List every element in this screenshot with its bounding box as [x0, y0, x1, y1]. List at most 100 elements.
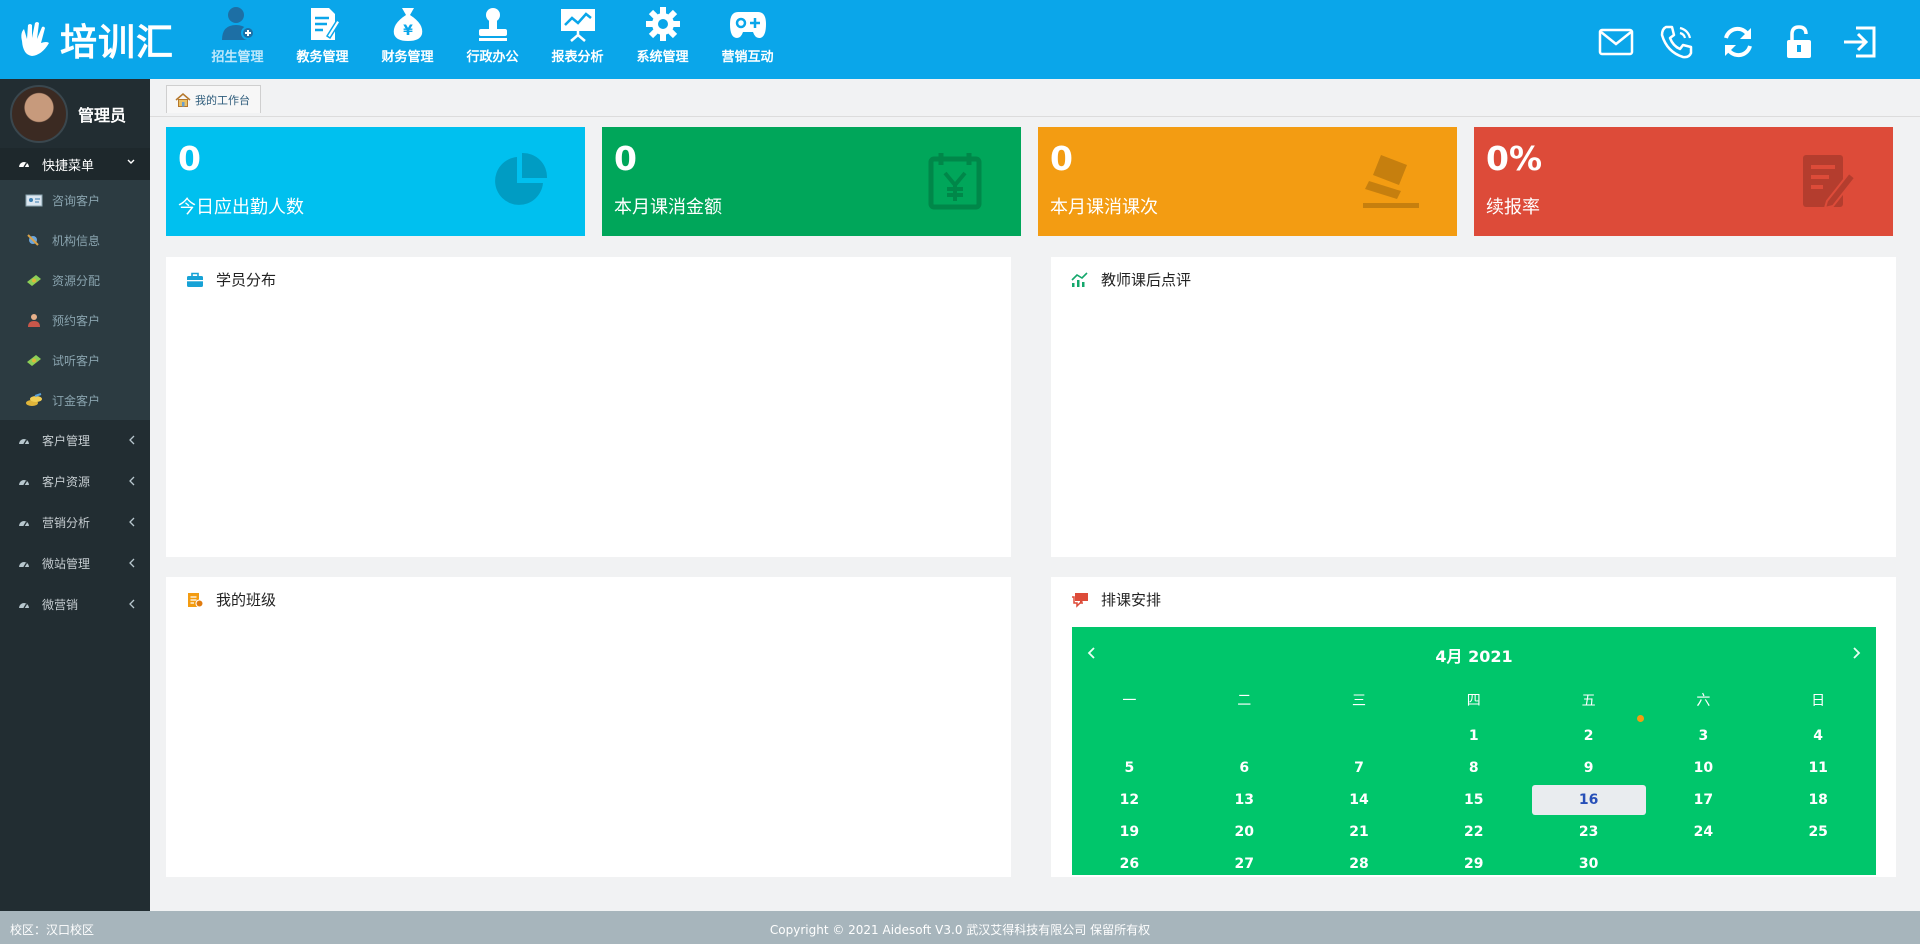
calendar-day[interactable]: 23: [1531, 816, 1646, 848]
money-icon: [27, 355, 41, 366]
chevron-left-icon: [129, 435, 135, 445]
calendar-day[interactable]: 30: [1531, 848, 1646, 880]
sidebar-item-label: 咨询客户: [52, 193, 101, 208]
chevron-left-icon: [129, 599, 135, 609]
tab-workbench[interactable]: 我的工作台: [166, 85, 261, 113]
panel-header: 教师课后点评: [1071, 269, 1191, 290]
stat-card-consumption-count[interactable]: 0 本月课消课次: [1038, 127, 1457, 236]
calendar-day[interactable]: 6: [1187, 752, 1302, 784]
calendar-day-number: 18: [1808, 792, 1828, 808]
calendar-day[interactable]: 3: [1646, 720, 1761, 752]
calendar-day[interactable]: 2: [1531, 720, 1646, 752]
dashboard-icon: [19, 162, 29, 168]
weekday-label: 一: [1122, 693, 1137, 709]
calendar-day[interactable]: 29: [1416, 848, 1531, 880]
calendar-day[interactable]: 4: [1761, 720, 1876, 752]
sidebar-group-client-resources[interactable]: 客户资源: [0, 461, 150, 502]
stat-card-attendance[interactable]: 0 今日应出勤人数: [166, 127, 585, 236]
chat-bubbles-icon: [1072, 592, 1088, 608]
username: 管理员: [78, 105, 127, 125]
weekday-label: 二: [1237, 693, 1252, 709]
sidebar-item-deposit-clients[interactable]: 订金客户: [0, 380, 150, 420]
nav-system[interactable]: 系统管理: [620, 0, 705, 79]
nav-marketing[interactable]: 营销互动: [705, 0, 790, 79]
dashboard-icon: [19, 479, 29, 485]
logo[interactable]: 培训汇: [14, 14, 174, 64]
calendar-empty-cell: [1646, 848, 1761, 880]
calendar-day[interactable]: 13: [1187, 784, 1302, 816]
sidebar-item-booked-clients[interactable]: 预约客户: [0, 300, 150, 340]
weekday-label: 五: [1581, 693, 1596, 709]
trend-chart-icon: [1071, 271, 1088, 287]
sidebar-item-consult[interactable]: 咨询客户: [0, 180, 150, 220]
sidebar-item-label: 试听客户: [52, 353, 101, 368]
calendar-day[interactable]: 15: [1416, 784, 1531, 816]
calendar-day-number: 12: [1119, 792, 1140, 808]
calendar-day[interactable]: 26: [1072, 848, 1187, 880]
calendar-day-number: 22: [1464, 824, 1484, 840]
sidebar-group-micro-marketing[interactable]: 微营销: [0, 584, 150, 625]
sidebar-item-org-info[interactable]: 机构信息: [0, 220, 150, 260]
calendar-day[interactable]: 1: [1416, 720, 1531, 752]
nav-enrollment[interactable]: 招生管理: [195, 0, 280, 79]
calendar-day[interactable]: 7: [1302, 752, 1417, 784]
stat-card-renewal-rate[interactable]: 0% 续报率: [1474, 127, 1893, 236]
nav-academic[interactable]: 教务管理: [280, 0, 365, 79]
calendar-day-number: 23: [1578, 824, 1599, 840]
calendar-day[interactable]: 19: [1072, 816, 1187, 848]
panel-title: 教师课后点评: [1101, 271, 1192, 289]
stat-card-consumption-amount[interactable]: 0 本月课消金额: [602, 127, 1021, 236]
calendar-day-number: 13: [1234, 792, 1254, 808]
sidebar-group-marketing-analysis[interactable]: 营销分析: [0, 502, 150, 543]
logo-text: 培训汇: [60, 21, 174, 64]
mail-button[interactable]: [1596, 22, 1636, 62]
sidebar-group-label: 微站管理: [42, 557, 91, 571]
calendar-day[interactable]: 21: [1302, 816, 1417, 848]
calendar-day[interactable]: 16: [1531, 784, 1646, 816]
calendar-day-number: 21: [1349, 824, 1369, 840]
calendar-day[interactable]: 5: [1072, 752, 1187, 784]
calendar-day[interactable]: 12: [1072, 784, 1187, 816]
sidebar-item-trial-clients[interactable]: 试听客户: [0, 340, 150, 380]
calendar-day[interactable]: 14: [1302, 784, 1417, 816]
calendar-day[interactable]: 18: [1761, 784, 1876, 816]
calendar-day[interactable]: 27: [1187, 848, 1302, 880]
calendar-day[interactable]: 9: [1531, 752, 1646, 784]
sidebar-group-microsite[interactable]: 微站管理: [0, 543, 150, 584]
logout-button[interactable]: [1840, 22, 1880, 62]
calendar-day-number: 16: [1531, 785, 1646, 815]
calendar-day[interactable]: 8: [1416, 752, 1531, 784]
calendar-day[interactable]: 20: [1187, 816, 1302, 848]
refresh-button[interactable]: [1718, 22, 1758, 62]
stat-label: 本月课消课次: [1050, 197, 1158, 218]
calendar-day-number: 5: [1124, 760, 1135, 776]
calendar-day[interactable]: 22: [1416, 816, 1531, 848]
yen-calendar-icon: [928, 153, 982, 210]
calendar-day[interactable]: 11: [1761, 752, 1876, 784]
calendar-day-number: 24: [1693, 824, 1714, 840]
calendar-day[interactable]: 24: [1646, 816, 1761, 848]
phone-button[interactable]: [1657, 22, 1697, 62]
hand-logo-icon: [21, 22, 49, 56]
sidebar: 管理员 快捷菜单 咨询客户 机构信息 资源分配 预约客户 试听客户 订金客户 客…: [0, 79, 150, 911]
nav-finance[interactable]: ¥ 财务管理: [365, 0, 450, 79]
lock-button[interactable]: [1779, 22, 1819, 62]
stat-value: 0%: [1486, 139, 1543, 178]
calendar-day[interactable]: 25: [1761, 816, 1876, 848]
calendar-day[interactable]: 10: [1646, 752, 1761, 784]
nav-label: 财务管理: [381, 50, 434, 65]
nav-reports[interactable]: 报表分析: [535, 0, 620, 79]
avatar[interactable]: [10, 84, 68, 143]
nav-admin-office[interactable]: 行政办公: [450, 0, 535, 79]
calendar-day-number: 28: [1349, 856, 1369, 872]
panel-title: 我的班级: [216, 591, 277, 609]
chevron-left-icon: [129, 476, 135, 486]
calendar-day-number: 26: [1119, 856, 1140, 872]
sidebar-group-client-management[interactable]: 客户管理: [0, 420, 150, 461]
calendar-day[interactable]: 28: [1302, 848, 1417, 880]
calendar-day[interactable]: 17: [1646, 784, 1761, 816]
calendar-next-icon[interactable]: [1846, 641, 1866, 665]
calendar-day-number: 17: [1693, 792, 1714, 808]
sidebar-item-resource-allocation[interactable]: 资源分配: [0, 260, 150, 300]
quick-menu-header[interactable]: 快捷菜单: [0, 148, 150, 180]
